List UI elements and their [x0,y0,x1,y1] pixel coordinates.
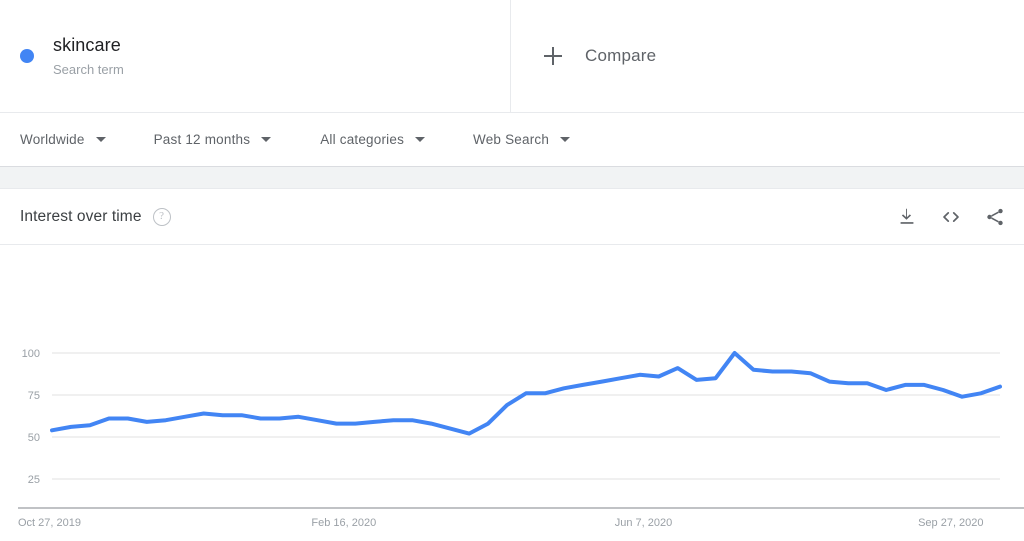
x-axis-tick-label: Oct 27, 2019 [18,517,81,529]
interest-over-time-card: Interest over time ? 25 50 75 100 Oct 27… [0,189,1024,540]
page-title: Interest over time [20,207,142,225]
x-axis-tick-label: Jun 7, 2020 [615,517,673,529]
embed-code-icon[interactable] [940,206,962,228]
filter-location-label: Worldwide [20,132,85,147]
search-term-card[interactable]: skincare Search term [0,0,511,112]
filter-search-type-label: Web Search [473,132,550,147]
filter-time-range[interactable]: Past 12 months [154,132,272,147]
y-axis-tick-label: 75 [28,390,40,402]
x-axis-tick-label: Feb 16, 2020 [311,517,376,529]
chart-area: 25 50 75 100 Oct 27, 2019 Feb 16, 2020 Jun 7, … [0,245,1024,539]
search-term-name: skincare [53,34,121,55]
filter-bar: Worldwide Past 12 months All categories … [0,113,1024,167]
filter-search-type[interactable]: Web Search [473,132,571,147]
filter-time-range-label: Past 12 months [153,132,251,147]
trend-line [50,351,1002,436]
plus-icon [543,46,563,66]
filter-location[interactable]: Worldwide [20,132,106,147]
chevron-down-icon [415,137,426,142]
section-spacer [0,167,1024,189]
chevron-down-icon [261,137,272,142]
chevron-down-icon [95,137,106,142]
interest-over-time-chart[interactable]: 25 50 75 100 Oct 27, 2019 Feb 16, 2020 Jun 7, … [0,245,1024,539]
download-icon[interactable] [896,206,918,228]
compare-label: Compare [585,46,657,65]
card-header: Interest over time ? [0,189,1024,245]
y-axis-tick-label: 50 [28,432,40,444]
compare-button[interactable]: Compare [511,0,1024,112]
y-axis-tick-label: 25 [28,474,40,486]
card-actions [896,206,1006,228]
x-axis-tick-label: Sep 27, 2020 [918,517,983,529]
filter-category-label: All categories [320,132,405,147]
share-icon[interactable] [984,206,1006,228]
filter-category[interactable]: All categories [320,132,426,147]
search-term-bar: skincare Search term Compare [0,0,1024,113]
help-icon[interactable]: ? [152,207,171,226]
series-color-dot [20,49,34,63]
y-axis-tick-label: 100 [22,348,40,360]
search-term-type: Search term [53,61,124,77]
chevron-down-icon [560,137,571,142]
